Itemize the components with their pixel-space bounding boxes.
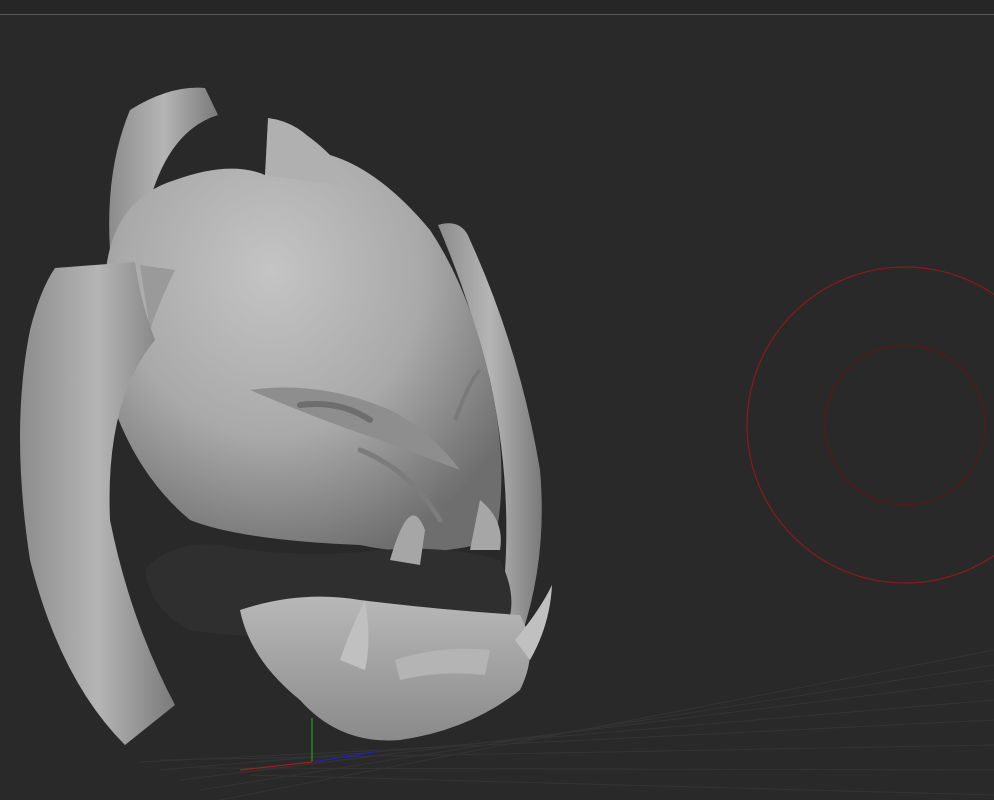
3d-viewport[interactable] [0,0,994,800]
horn-spike [265,118,340,185]
cranium [105,120,502,552]
lower-jaw [240,596,530,741]
cheek-fin-left [20,262,175,745]
sculpted-creature-head-icon[interactable] [20,87,552,745]
brush-radius-circle-icon [746,266,994,584]
scene-canvas[interactable] [0,0,994,800]
floor-grid [139,649,994,800]
